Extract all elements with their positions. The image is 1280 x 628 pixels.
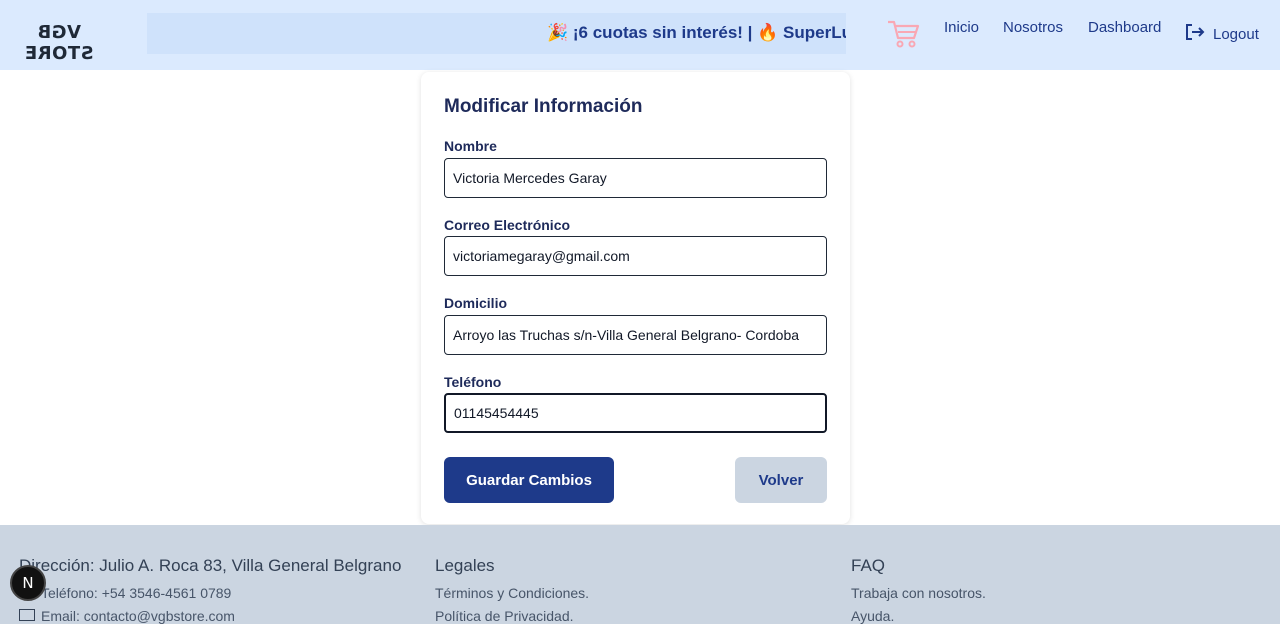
footer-faq: FAQ Trabaja con nosotros. Ayuda. <box>851 556 986 628</box>
footer-contact: Dirección: Julio A. Roca 83, Villa Gener… <box>19 556 401 628</box>
name-field[interactable] <box>444 158 827 198</box>
page-title: Modificar Información <box>444 96 643 117</box>
back-button[interactable]: Volver <box>735 457 827 503</box>
footer-link-terms[interactable]: Términos y Condiciones. <box>435 582 589 605</box>
footer-address: Dirección: Julio A. Roca 83, Villa Gener… <box>19 556 402 575</box>
footer-email: Email: contacto@vgbstore.com <box>19 605 401 628</box>
footer-phone-text: Teléfono: +54 3546-4561 0789 <box>41 585 232 601</box>
edit-profile-card: Modificar Información Nombre Correo Elec… <box>421 72 850 524</box>
promo-banner: 🎉 ¡6 cuotas sin interés! | 🔥 SuperLu <box>147 13 846 54</box>
nav-link-inicio[interactable]: Inicio <box>944 19 979 36</box>
footer-link-help[interactable]: Ayuda. <box>851 605 986 628</box>
brand-logo[interactable]: VGB STORE <box>8 22 110 64</box>
email-label: Correo Electrónico <box>444 217 571 233</box>
save-button[interactable]: Guardar Cambios <box>444 457 614 503</box>
logout-button[interactable]: Logout <box>1185 24 1259 44</box>
cart-icon[interactable] <box>886 18 922 50</box>
logout-icon <box>1185 23 1205 45</box>
navbar: VGB STORE 🎉 ¡6 cuotas sin interés! | 🔥 S… <box>0 0 1280 70</box>
footer-link-privacy[interactable]: Política de Privacidad. <box>435 605 589 628</box>
dev-tools-badge[interactable]: N <box>10 565 46 601</box>
footer: Dirección: Julio A. Roca 83, Villa Gener… <box>0 525 1280 624</box>
footer-legal-heading: Legales <box>435 556 495 575</box>
footer-phone: Teléfono: +54 3546-4561 0789 <box>19 582 401 605</box>
footer-email-text: Email: contacto@vgbstore.com <box>41 608 235 624</box>
address-label: Domicilio <box>444 295 508 311</box>
address-field[interactable] <box>444 315 827 355</box>
name-label: Nombre <box>444 138 497 154</box>
nav-link-dashboard[interactable]: Dashboard <box>1088 19 1161 36</box>
phone-label: Teléfono <box>444 374 502 390</box>
phone-field[interactable] <box>444 393 827 433</box>
footer-link-jobs[interactable]: Trabaja con nosotros. <box>851 582 986 605</box>
footer-legal: Legales Términos y Condiciones. Política… <box>435 556 589 628</box>
nav-link-nosotros[interactable]: Nosotros <box>1003 19 1063 36</box>
email-field[interactable] <box>444 236 827 276</box>
mail-icon <box>19 605 35 628</box>
promo-text: 🎉 ¡6 cuotas sin interés! | 🔥 SuperLu <box>547 23 846 42</box>
logout-label: Logout <box>1213 25 1259 43</box>
footer-faq-heading: FAQ <box>851 556 886 575</box>
